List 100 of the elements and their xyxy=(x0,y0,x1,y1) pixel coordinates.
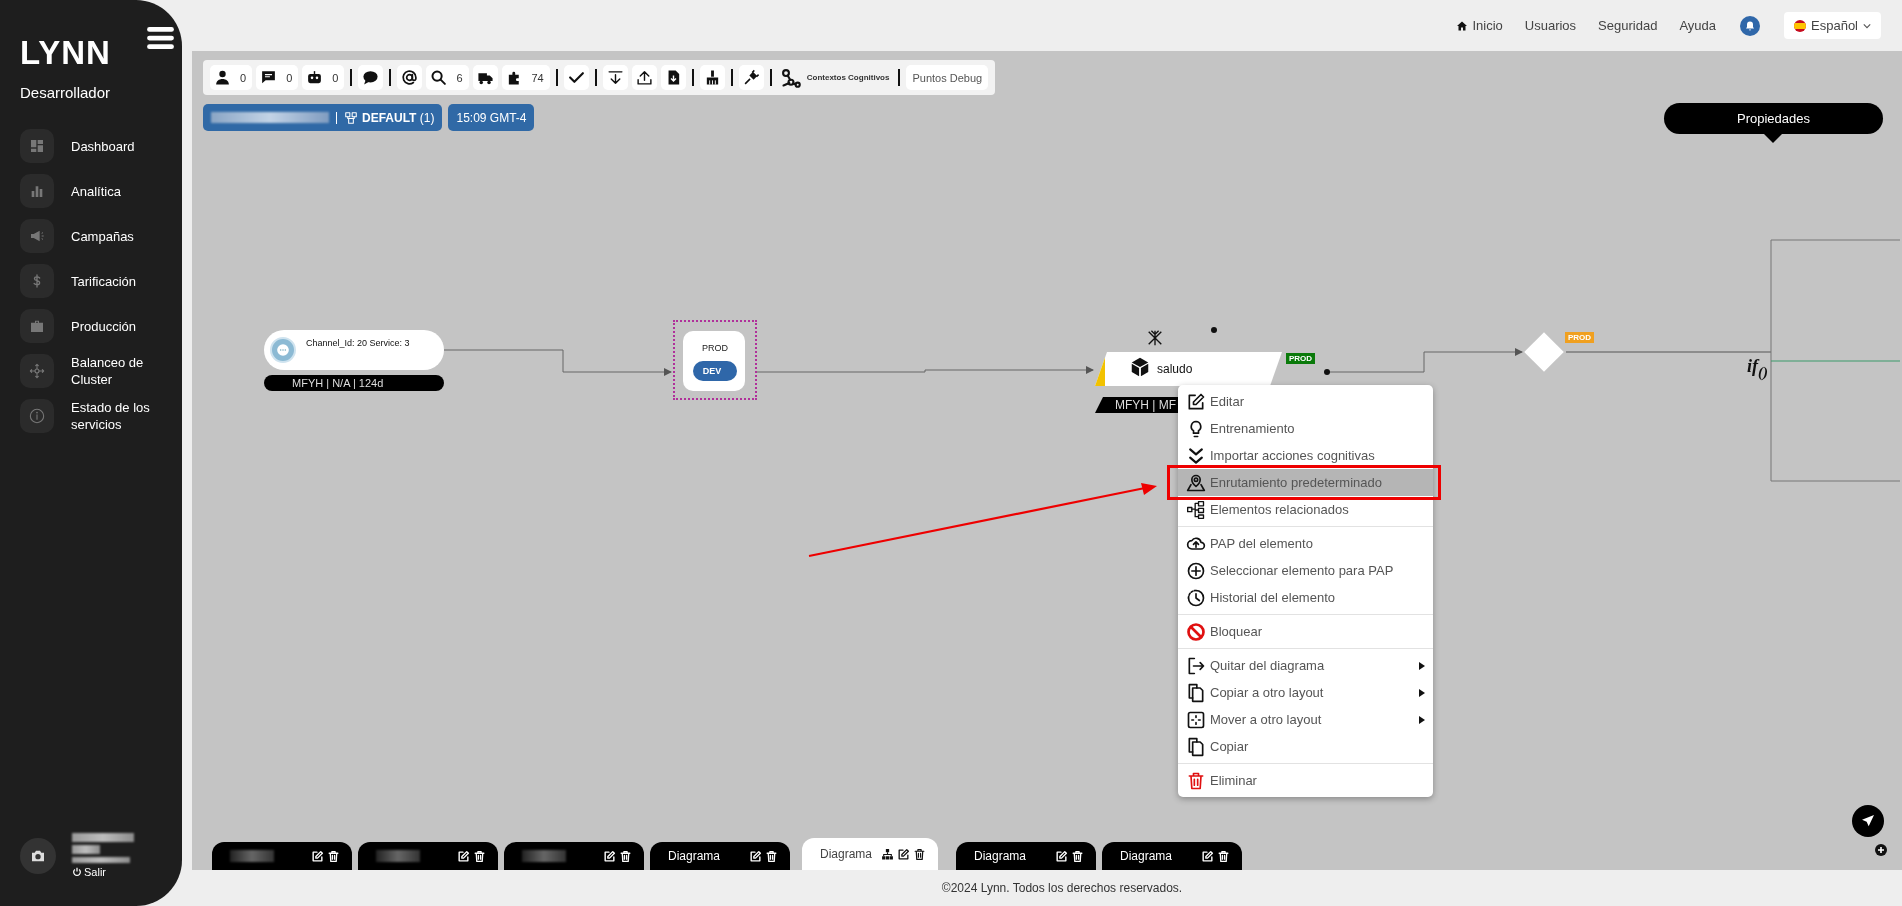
channel-node[interactable]: Channel_Id: 20 Service: 3 xyxy=(264,330,444,370)
nav-link[interactable]: Estado de los servicios xyxy=(71,399,161,433)
nav-link[interactable]: Ayuda xyxy=(1679,18,1716,33)
trash-icon xyxy=(1186,770,1206,791)
contexts-button[interactable]: Contextos Cognitivos xyxy=(777,67,893,88)
edit-icon[interactable] xyxy=(1055,849,1068,863)
diagram-tab[interactable]: Diagrama xyxy=(802,838,938,870)
action-node[interactable]: saludo xyxy=(1095,352,1282,386)
nav-info-icon[interactable] xyxy=(20,399,54,433)
clock-icon xyxy=(1186,587,1206,608)
diagram-tab[interactable] xyxy=(212,842,352,870)
counter-button[interactable]: 74 xyxy=(501,65,550,90)
nav-megaphone-icon[interactable] xyxy=(20,219,54,253)
check-button[interactable] xyxy=(563,65,589,90)
sitemap-icon[interactable] xyxy=(881,847,894,861)
debug-button[interactable]: Puntos Debug xyxy=(906,65,989,90)
nodes-icon xyxy=(780,67,801,88)
menu-item[interactable]: Elementos relacionados xyxy=(1178,496,1433,523)
properties-button[interactable]: Propiedades xyxy=(1664,103,1883,134)
environment-badge: PROD xyxy=(1286,353,1316,364)
counter-button[interactable]: 0 xyxy=(302,65,345,90)
plug-icon xyxy=(742,69,760,86)
edit-icon[interactable] xyxy=(749,849,762,863)
counter-button[interactable]: 0 xyxy=(210,65,253,90)
nav-briefcase-icon[interactable] xyxy=(20,309,54,343)
truck-button[interactable] xyxy=(472,65,498,90)
camera-avatar[interactable] xyxy=(20,837,56,874)
chat-icon xyxy=(270,337,296,363)
menu-icon[interactable] xyxy=(146,27,174,50)
trash-icon[interactable] xyxy=(913,847,926,861)
menu-item[interactable]: Mover a otro layout xyxy=(1178,706,1433,733)
nav-link[interactable]: Campañas xyxy=(71,227,161,245)
nav-dollar-icon[interactable] xyxy=(20,264,54,298)
nav-link[interactable]: Usuarios xyxy=(1524,18,1577,33)
logout-link[interactable]: Salir xyxy=(72,866,134,878)
node-footer: MFYH | N/A | 124d xyxy=(264,375,444,391)
move-box-icon xyxy=(1186,709,1206,730)
edit-icon[interactable] xyxy=(457,849,470,863)
diagram-tab[interactable]: Diagrama xyxy=(1102,842,1242,870)
download-button[interactable] xyxy=(602,65,628,90)
counter-button[interactable]: 0 xyxy=(256,65,299,90)
menu-item[interactable]: Quitar del diagrama xyxy=(1178,652,1433,679)
menu-item[interactable]: Eliminar xyxy=(1178,767,1433,794)
menu-item[interactable]: PAP del elemento xyxy=(1178,530,1433,557)
diagram-tab[interactable]: Diagrama xyxy=(650,842,790,870)
notifications-button[interactable] xyxy=(1740,15,1760,36)
menu-item[interactable]: Entrenamiento xyxy=(1178,415,1433,442)
diagram-tab[interactable] xyxy=(504,842,644,870)
nav-link[interactable]: Tarificación xyxy=(71,272,161,290)
script-node[interactable]: if$_{()}$ xyxy=(1747,356,1768,381)
search-icon xyxy=(430,69,448,86)
menu-item[interactable]: Enrutamiento predeterminado xyxy=(1178,469,1433,496)
nav-link[interactable]: Producción xyxy=(71,317,161,335)
nav-link[interactable]: Dashboard xyxy=(71,137,161,155)
nav-link[interactable]: Seguridad xyxy=(1598,18,1658,33)
menu-item[interactable]: Copiar xyxy=(1178,733,1433,760)
speech-bubble-button[interactable] xyxy=(358,65,384,90)
nav-move-arrows-icon[interactable] xyxy=(20,354,54,388)
download-icon xyxy=(606,69,624,86)
edit-icon[interactable] xyxy=(311,849,324,863)
add-button[interactable] xyxy=(1875,842,1887,854)
edit-icon[interactable] xyxy=(603,849,616,863)
power-icon xyxy=(72,867,82,877)
airplane-button[interactable] xyxy=(1852,805,1884,837)
diagram-tab[interactable] xyxy=(358,842,498,870)
edit-icon[interactable] xyxy=(1201,849,1214,863)
plug-button[interactable] xyxy=(738,65,764,90)
environment-option[interactable]: DEV xyxy=(692,361,738,381)
menu-item[interactable]: Importar acciones cognitivas xyxy=(1178,442,1433,469)
language-select[interactable]: Español xyxy=(1784,12,1881,39)
at-sign-button[interactable] xyxy=(397,65,423,90)
nav-dashboard-icon[interactable] xyxy=(20,129,54,163)
environment-option[interactable]: PROD xyxy=(692,339,738,357)
logo: LYNN xyxy=(20,36,111,69)
switch-node[interactable]: PROD DEV xyxy=(673,320,757,400)
copy-icon xyxy=(1186,736,1206,757)
map-pin-icon xyxy=(1186,472,1206,493)
broom-button[interactable] xyxy=(699,65,725,90)
menu-item[interactable]: Bloquear xyxy=(1178,618,1433,645)
menu-item[interactable]: Copiar a otro layout xyxy=(1178,679,1433,706)
edit-icon[interactable] xyxy=(897,847,910,861)
split-icon[interactable] xyxy=(1146,329,1164,347)
speech-bubble-icon xyxy=(362,69,380,86)
upload-icon xyxy=(635,69,653,86)
port-dot[interactable] xyxy=(1211,327,1217,333)
nav-link[interactable]: Analítica xyxy=(71,182,161,200)
nav-link[interactable]: Inicio xyxy=(1456,18,1503,33)
diagram-tab[interactable]: Diagrama xyxy=(956,842,1096,870)
menu-item[interactable]: Seleccionar elemento para PAP xyxy=(1178,557,1433,584)
file-download-button[interactable] xyxy=(660,65,686,90)
diagram-canvas[interactable] xyxy=(192,51,1902,870)
nav-link[interactable]: Balanceo de Cluster xyxy=(71,354,161,388)
add-icon xyxy=(1875,844,1887,856)
menu-item[interactable]: Historial del elemento xyxy=(1178,584,1433,611)
counter-button[interactable]: 6 xyxy=(426,65,469,90)
upload-button[interactable] xyxy=(631,65,657,90)
project-chip[interactable]: DEFAULT (1) xyxy=(203,104,443,131)
node-label: saludo xyxy=(1157,362,1193,376)
nav-bar-chart-icon[interactable] xyxy=(20,174,54,208)
port-dot[interactable] xyxy=(1324,369,1330,375)
